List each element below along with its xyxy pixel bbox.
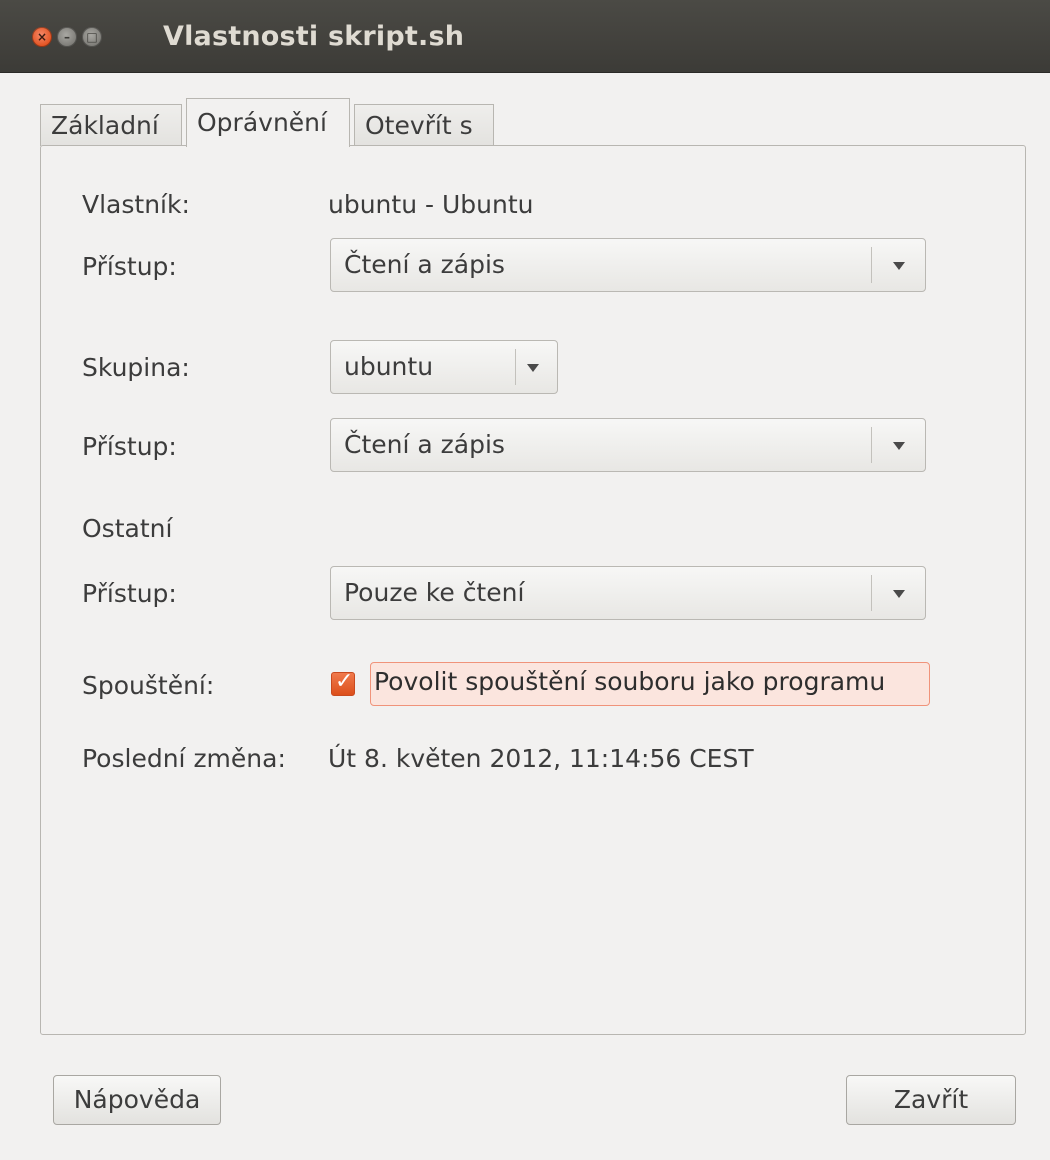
tab-basic[interactable]: Základní [40, 104, 182, 146]
combo-separator [871, 247, 872, 283]
owner-access-select[interactable]: Čtení a zápis [330, 238, 926, 292]
owner-access-label: Přístup: [82, 252, 177, 281]
owner-label: Vlastník: [82, 190, 190, 219]
title-bar[interactable]: × – □ Vlastnosti skript.sh [0, 0, 1050, 73]
execute-checkbox-label[interactable]: Povolit spouštění souboru jako programu [374, 667, 885, 696]
properties-dialog: × – □ Vlastnosti skript.sh Základní Oprá… [0, 0, 1050, 1160]
execute-label: Spouštění: [82, 671, 215, 700]
chevron-down-icon [893, 442, 905, 450]
window-close-button[interactable]: × [32, 27, 52, 47]
chevron-down-icon [527, 364, 539, 372]
window-title: Vlastnosti skript.sh [163, 21, 465, 52]
owner-access-value: Čtení a zápis [344, 250, 505, 279]
others-label: Ostatní [82, 514, 173, 543]
group-label: Skupina: [82, 353, 190, 382]
close-button[interactable]: Zavřít [846, 1075, 1016, 1125]
tab-permissions[interactable]: Oprávnění [186, 98, 350, 147]
minimize-icon: – [64, 30, 70, 44]
group-access-select[interactable]: Čtení a zápis [330, 418, 926, 472]
group-access-value: Čtení a zápis [344, 430, 505, 459]
modified-label: Poslední změna: [82, 744, 286, 773]
combo-separator [871, 575, 872, 611]
combo-separator [515, 349, 516, 385]
others-access-label: Přístup: [82, 579, 177, 608]
group-access-label: Přístup: [82, 432, 177, 461]
tab-open-with[interactable]: Otevřít s [354, 104, 494, 146]
close-icon: × [36, 30, 48, 44]
others-access-value: Pouze ke čtení [344, 578, 525, 607]
chevron-down-icon [893, 262, 905, 270]
window-minimize-button[interactable]: – [57, 27, 77, 47]
chevron-down-icon [893, 590, 905, 598]
help-button[interactable]: Nápověda [53, 1075, 221, 1125]
owner-value: ubuntu - Ubuntu [328, 190, 534, 219]
others-access-select[interactable]: Pouze ke čtení [330, 566, 926, 620]
checkmark-icon: ✓ [335, 669, 354, 694]
group-value: ubuntu [344, 352, 434, 381]
window-maximize-button[interactable]: □ [82, 27, 102, 47]
execute-checkbox[interactable]: ✓ [331, 669, 355, 696]
modified-value: Út 8. květen 2012, 11:14:56 CEST [328, 744, 754, 773]
group-select[interactable]: ubuntu [330, 340, 558, 394]
combo-separator [871, 427, 872, 463]
maximize-icon: □ [86, 30, 98, 44]
